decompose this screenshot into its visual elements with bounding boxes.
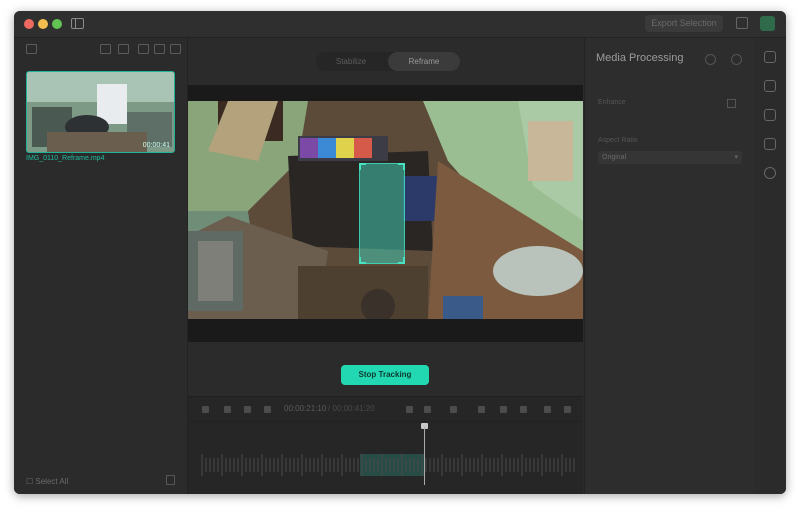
export-button[interactable]: Export Selection	[645, 15, 723, 32]
tracking-handle-bottom-right[interactable]	[398, 257, 405, 264]
camera-icon[interactable]	[764, 80, 776, 92]
media-processing-icon[interactable]	[764, 51, 776, 63]
sidebar-toggle-icon[interactable]	[71, 18, 84, 29]
add-media-icon[interactable]	[170, 44, 181, 54]
grid-view-icon[interactable]	[118, 44, 129, 54]
media-toolbar	[14, 38, 187, 58]
tab-stabilize[interactable]: Stabilize	[316, 52, 386, 71]
profile-icon[interactable]	[760, 16, 775, 31]
step-forward-icon[interactable]	[264, 406, 271, 413]
clip-thumbnail[interactable]: 00:00:41	[26, 71, 175, 153]
mute-icon[interactable]	[478, 406, 485, 413]
aspect-ratio-select[interactable]: Original	[598, 151, 742, 164]
playback-controls: 00:00:21:10 / 00:00:41:20	[188, 397, 583, 422]
tracking-handle-top-left[interactable]	[359, 163, 366, 170]
enhance-label: Enhance	[598, 99, 626, 106]
tracking-handle-bottom-left[interactable]	[359, 257, 366, 264]
select-all-checkbox[interactable]: ☐ Select All	[26, 477, 68, 486]
timeline-panel: 00:00:21:10 / 00:00:41:20	[188, 396, 583, 494]
close-panel-icon[interactable]	[731, 54, 742, 65]
sort-icon[interactable]	[138, 44, 149, 54]
clip-duration: 00:00:41	[142, 142, 170, 149]
timeline-settings-icon[interactable]	[564, 406, 571, 413]
total-timecode: / 00:00:41:20	[328, 404, 375, 413]
trash-icon[interactable]	[166, 475, 175, 485]
current-timecode: 00:00:21:10	[284, 404, 327, 413]
app-window: Export Selection 00:00:41 IMG_0110_Refra…	[14, 11, 786, 494]
tracking-box[interactable]	[359, 163, 405, 264]
tab-reframe[interactable]: Reframe	[388, 52, 460, 71]
media-processing-panel: Media Processing Enhance Aspect Ratio Or…	[584, 38, 755, 494]
panel-title: Media Processing	[596, 52, 684, 64]
share-icon[interactable]	[736, 17, 748, 29]
split-icon[interactable]	[450, 406, 457, 413]
aspect-ratio-label: Aspect Ratio	[598, 137, 638, 144]
tool-rail	[755, 38, 786, 494]
maximize-window-icon[interactable]	[52, 19, 62, 29]
title-bar: Export Selection	[14, 11, 786, 38]
video-preview[interactable]	[188, 85, 583, 342]
timeline-ruler[interactable]	[200, 453, 576, 477]
playhead[interactable]	[424, 427, 425, 485]
fit-timeline-icon[interactable]	[544, 406, 551, 413]
tracking-handle-top-right[interactable]	[398, 163, 405, 170]
back-icon[interactable]	[26, 44, 37, 54]
media-library-panel: 00:00:41 IMG_0110_Reframe.mp4 ☐ Select A…	[14, 38, 188, 494]
editor-area: Stabilize Reframe Stop Tracking 00:00:21…	[188, 38, 583, 494]
zoom-out-icon[interactable]	[500, 406, 507, 413]
undo-icon[interactable]	[406, 406, 413, 413]
info-icon[interactable]	[154, 44, 165, 54]
export-icon[interactable]	[764, 138, 776, 150]
mode-tabs: Stabilize Reframe	[316, 52, 460, 71]
list-view-icon[interactable]	[100, 44, 111, 54]
close-window-icon[interactable]	[24, 19, 34, 29]
video-frame	[188, 101, 583, 319]
stop-tracking-button[interactable]: Stop Tracking	[341, 365, 429, 385]
redo-icon[interactable]	[424, 406, 431, 413]
clip-thumbnail-image	[27, 72, 174, 152]
enhance-checkbox[interactable]	[727, 99, 736, 108]
help-icon[interactable]	[705, 54, 716, 65]
zoom-in-icon[interactable]	[520, 406, 527, 413]
step-back-icon[interactable]	[224, 406, 231, 413]
edit-icon[interactable]	[764, 109, 776, 121]
clip-name[interactable]: IMG_0110_Reframe.mp4	[26, 155, 104, 162]
skip-start-icon[interactable]	[202, 406, 209, 413]
info-icon[interactable]	[764, 167, 776, 179]
minimize-window-icon[interactable]	[38, 19, 48, 29]
play-icon[interactable]	[244, 406, 251, 413]
